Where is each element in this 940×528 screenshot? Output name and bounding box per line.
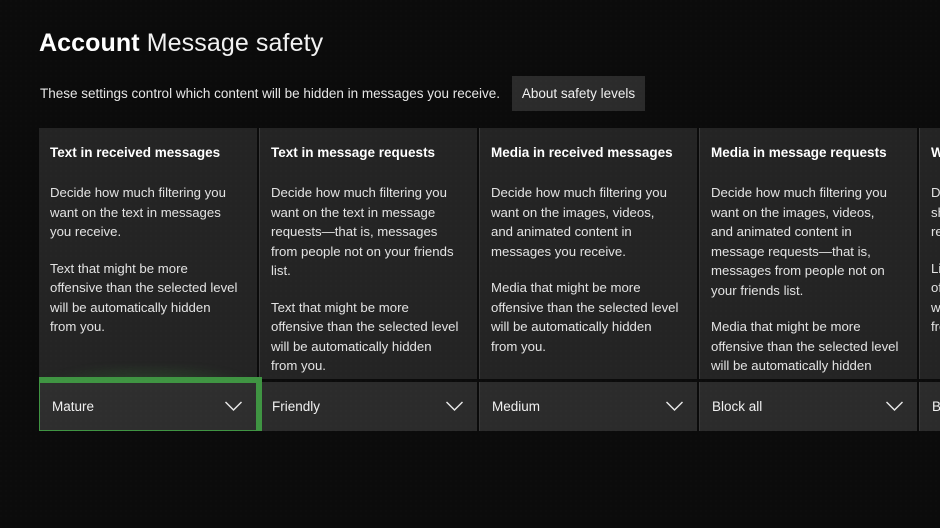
safety-level-dropdown-wrapper: Block all [699, 381, 917, 431]
safety-level-dropdown[interactable]: Mature [39, 376, 262, 431]
column-title: Media in received messages [491, 145, 673, 160]
column-description-panel: Web links Decide whether web links are sh… [919, 128, 940, 379]
safety-level-dropdown-wrapper: Friendly [259, 381, 477, 431]
safety-setting-column: Media in received messages Decide how muc… [479, 128, 697, 431]
column-description-panel: Media in message requests Decide how much… [699, 128, 917, 379]
column-description-paragraph: Decide how much filtering you want on th… [711, 185, 887, 298]
safety-level-value: Block all [712, 398, 763, 414]
column-description-paragraph: Text that might be more offensive than t… [271, 299, 459, 374]
column-description-paragraph: Links that might be more offensive than … [931, 260, 940, 335]
page-title: Account Message safety [39, 26, 323, 60]
safety-level-dropdown[interactable]: Medium [479, 381, 697, 431]
column-title: Text in received messages [50, 145, 221, 160]
column-description-paragraph: Media that might be more offensive than … [491, 280, 679, 354]
settings-page: Account Message safety These settings co… [0, 0, 940, 528]
column-description-paragraph: Text that might be more offensive than t… [50, 260, 238, 335]
safety-level-dropdown[interactable]: Block all [919, 381, 940, 431]
chevron-down-icon [886, 401, 903, 412]
safety-level-dropdown-wrapper: Medium [479, 381, 697, 431]
chevron-down-icon [225, 401, 242, 412]
safety-level-dropdown-wrapper: Mature [39, 365, 273, 431]
safety-setting-column: Text in message requests Decide how much … [259, 128, 477, 431]
safety-level-value: Friendly [272, 398, 321, 414]
chevron-down-icon [446, 401, 463, 412]
column-description-paragraph: Decide whether web links are shown in me… [931, 185, 940, 239]
safety-level-value: Medium [492, 398, 541, 414]
safety-settings-columns: Text in received messages Decide how much… [39, 128, 940, 431]
safety-level-value: Block all [932, 398, 940, 414]
safety-setting-column: Media in message requests Decide how much… [699, 128, 917, 431]
column-title: Media in message requests [711, 145, 887, 160]
column-description-paragraph: Decide how much filtering you want on th… [50, 185, 226, 239]
column-title: Text in message requests [271, 145, 436, 160]
safety-setting-column: Text in received messages Decide how much… [39, 128, 273, 431]
column-description-panel: Text in message requests Decide how much … [259, 128, 477, 379]
column-description-paragraph: Decide how much filtering you want on th… [491, 185, 667, 259]
page-title-section: Account [39, 29, 140, 57]
page-title-subsection: Message safety [146, 29, 324, 57]
safety-level-dropdown[interactable]: Friendly [259, 381, 477, 431]
column-description-paragraph: Decide how much filtering you want on th… [271, 185, 454, 278]
safety-level-dropdown[interactable]: Block all [699, 381, 917, 431]
chevron-down-icon [666, 401, 683, 412]
page-subtitle: These settings control which content wil… [40, 86, 500, 101]
safety-setting-column: Web links Decide whether web links are sh… [919, 128, 940, 431]
column-title: Web links [931, 144, 940, 162]
about-safety-levels-button[interactable]: About safety levels [512, 76, 645, 111]
safety-level-dropdown-wrapper: Block all [919, 381, 940, 431]
column-description-panel: Media in received messages Decide how muc… [479, 128, 697, 379]
column-description-panel: Text in received messages Decide how much… [39, 128, 257, 379]
column-description-paragraph: Media that might be more offensive than … [711, 319, 899, 379]
safety-level-value: Mature [52, 398, 95, 414]
